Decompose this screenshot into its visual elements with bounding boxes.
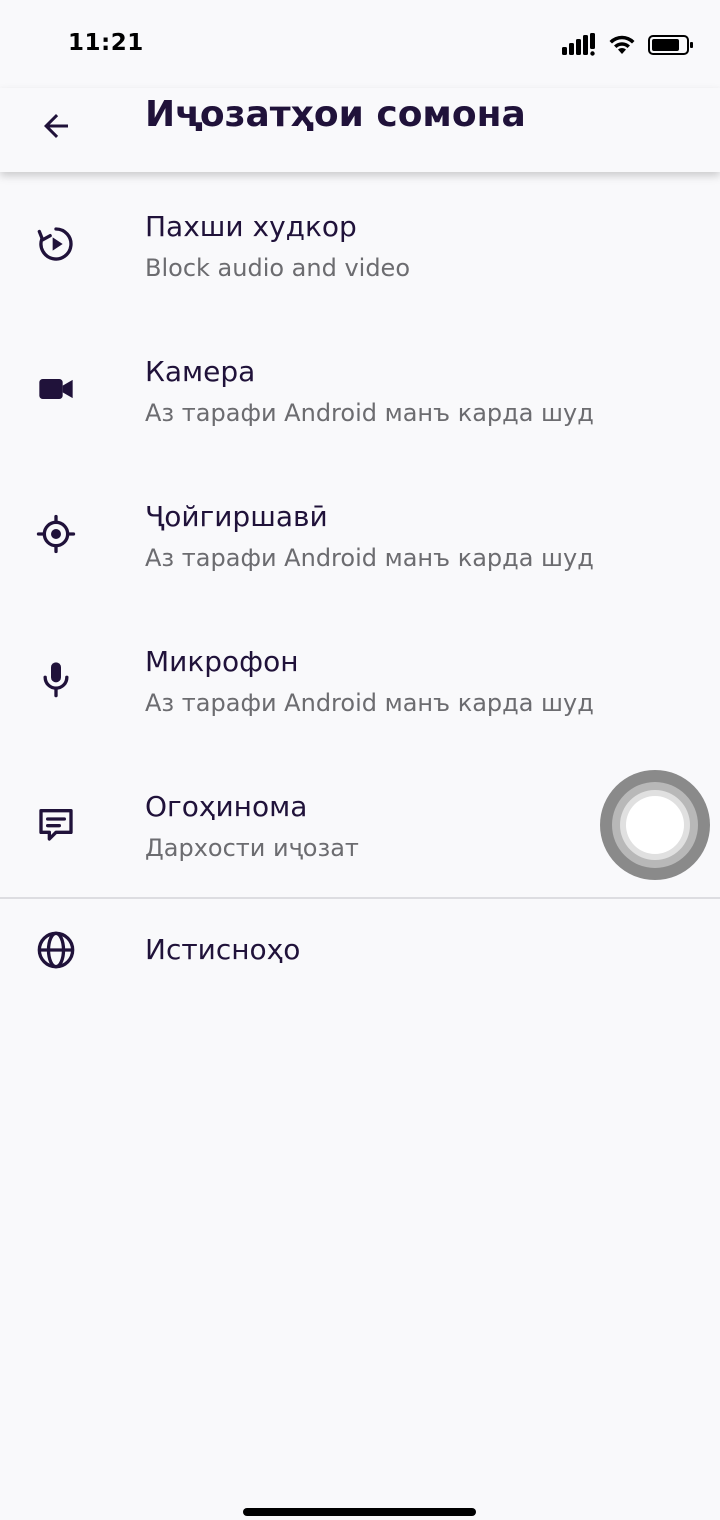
permission-title: Пахши худкор — [145, 210, 357, 243]
arrow-back-icon — [44, 114, 68, 138]
permissions-list: Пахши худкор Block audio and video Камер… — [0, 172, 720, 897]
globe-icon — [36, 930, 76, 970]
permission-title: Огоҳинома — [145, 790, 308, 823]
permission-item-camera[interactable]: Камера Аз тарафи Android манъ карда шуд — [0, 317, 720, 462]
home-indicator[interactable] — [243, 1508, 476, 1516]
assistive-touch-ring-inner — [620, 790, 690, 860]
permission-subtitle: Дархости иҷозат — [145, 834, 359, 862]
permission-item-autoplay[interactable]: Пахши худкор Block audio and video — [0, 172, 720, 317]
assistive-touch-button[interactable] — [600, 770, 710, 880]
permission-subtitle: Аз тарафи Android манъ карда шуд — [145, 544, 594, 572]
assistive-touch-core — [626, 796, 684, 854]
permission-subtitle: Аз тарафи Android манъ карда шуд — [145, 689, 594, 717]
back-button[interactable] — [26, 96, 86, 156]
permission-subtitle: Block audio and video — [145, 254, 411, 282]
assistive-touch-ring — [612, 782, 698, 868]
permission-title: Микрофон — [145, 645, 299, 678]
status-bar: 11:21 — [0, 0, 720, 88]
wifi-icon — [609, 35, 635, 54]
exceptions-item[interactable]: Истисноҳо — [0, 899, 720, 1003]
status-icons — [562, 30, 694, 60]
notification-icon — [36, 804, 76, 844]
cellular-signal-icon — [562, 33, 595, 56]
battery-icon — [648, 35, 693, 55]
toolbar: Иҷозатҳои сомона — [0, 88, 720, 172]
autoplay-icon — [36, 224, 76, 264]
permission-item-microphone[interactable]: Микрофон Аз тарафи Android манъ карда шу… — [0, 607, 720, 752]
status-time: 11:21 — [68, 30, 144, 56]
permission-item-location[interactable]: Ҷойгиршавӣ Аз тарафи Android манъ карда … — [0, 462, 720, 607]
location-icon — [36, 514, 76, 554]
microphone-icon — [36, 659, 76, 699]
permission-subtitle: Аз тарафи Android манъ карда шуд — [145, 399, 594, 427]
page-title: Иҷозатҳои сомона — [145, 94, 526, 135]
camera-icon — [36, 369, 76, 409]
permission-title: Ҷойгиршавӣ — [145, 500, 328, 533]
exceptions-title: Истисноҳо — [145, 933, 301, 966]
permission-title: Камера — [145, 355, 256, 388]
